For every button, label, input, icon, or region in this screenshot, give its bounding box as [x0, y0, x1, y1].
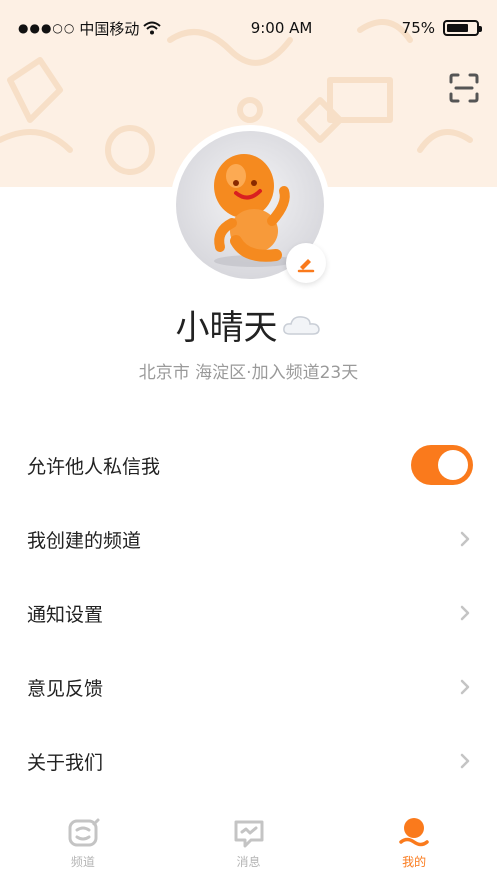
- battery-level: [447, 24, 468, 32]
- tab-label: 频道: [70, 855, 95, 869]
- toggle-knob: [438, 450, 468, 480]
- battery-percent: 75%: [401, 19, 435, 37]
- wifi-icon: [143, 21, 162, 35]
- channel-icon: [68, 818, 100, 847]
- tab-label: 消息: [236, 855, 261, 869]
- profile-location-info: 北京市 海淀区·加入频道23天: [138, 363, 359, 383]
- signal-strength-icon: ●●●○○: [18, 21, 76, 35]
- chevron-right-icon: [460, 605, 470, 621]
- tab-profile[interactable]: 我的: [331, 808, 497, 883]
- tab-channel[interactable]: 频道: [0, 808, 166, 883]
- clock: 9:00 AM: [250, 19, 313, 37]
- menu-item-notification-settings[interactable]: 通知设置: [0, 576, 497, 650]
- carrier-info: ●●●○○ 中国移动: [18, 18, 162, 39]
- message-icon: [234, 820, 263, 848]
- menu-item-my-channels[interactable]: 我创建的频道: [0, 502, 497, 576]
- menu-item-label: 我创建的频道: [27, 529, 142, 552]
- tab-label: 我的: [402, 855, 427, 869]
- profile-name-row: 小晴天: [0, 300, 497, 349]
- tab-messages[interactable]: 消息: [166, 808, 332, 883]
- edit-avatar-button[interactable]: [286, 243, 326, 283]
- avatar-container: [170, 125, 330, 285]
- bottom-tab-bar: 频道 消息 我的: [0, 808, 497, 883]
- chevron-right-icon: [460, 531, 470, 547]
- battery-icon: [443, 20, 482, 36]
- cloud-icon: [282, 315, 320, 335]
- menu-item-label: 通知设置: [27, 603, 104, 626]
- carrier-name: 中国移动: [79, 19, 140, 38]
- menu-item-label: 允许他人私信我: [27, 455, 161, 478]
- profile-icon: [399, 818, 429, 847]
- profile-name: 小晴天: [175, 308, 278, 348]
- pencil-icon: [297, 259, 315, 273]
- scan-icon: [449, 73, 479, 103]
- status-bar: ●●●○○ 中国移动 9:00 AM 75%: [0, 0, 497, 56]
- menu-item-label: 意见反馈: [27, 677, 104, 700]
- menu-item-allow-dm[interactable]: 允许他人私信我: [0, 428, 497, 502]
- menu-item-feedback[interactable]: 意见反馈: [0, 650, 497, 724]
- menu-item-label: 关于我们: [27, 751, 104, 774]
- allow-dm-toggle[interactable]: [411, 445, 473, 485]
- chevron-right-icon: [460, 753, 470, 769]
- settings-menu: 允许他人私信我 我创建的频道 通知设置 意见反馈 关于我们: [0, 428, 497, 798]
- menu-item-about-us[interactable]: 关于我们: [0, 724, 497, 798]
- scan-button[interactable]: [446, 70, 482, 106]
- chevron-right-icon: [460, 679, 470, 695]
